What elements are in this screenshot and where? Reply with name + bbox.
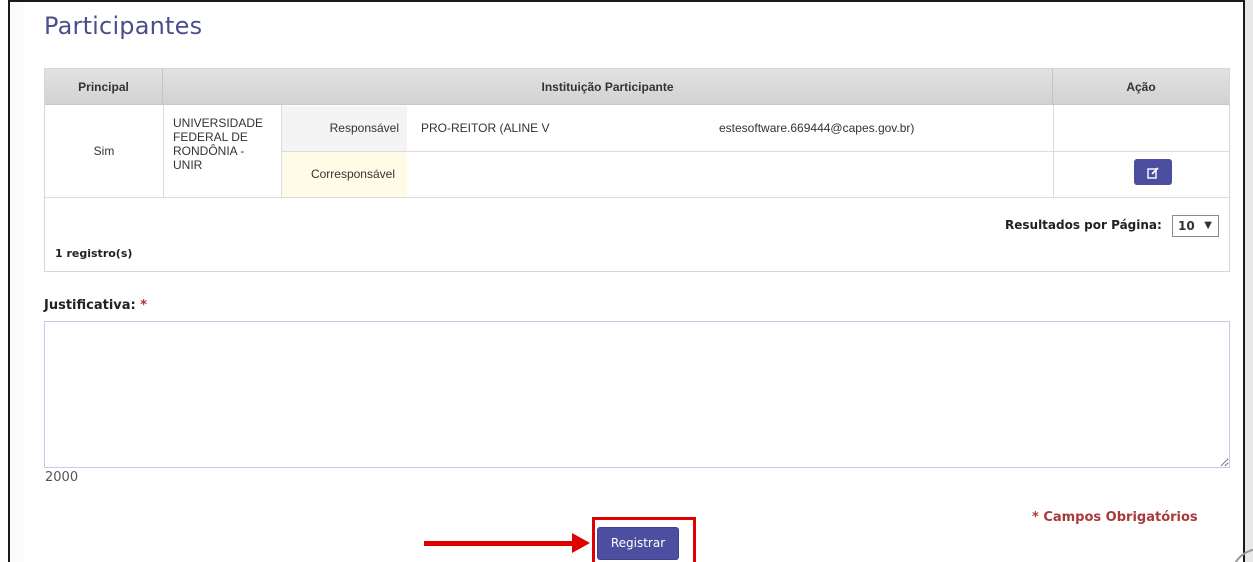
institution-line: UNIR [173, 158, 203, 172]
justification-label-text: Justificativa: [44, 298, 136, 313]
responsavel-label: Responsável [282, 106, 407, 151]
header-principal[interactable]: Principal [45, 69, 163, 105]
corresponsavel-label: Corresponsável [282, 152, 407, 197]
annotation-arrow [424, 541, 574, 546]
table-divider [163, 105, 164, 197]
caret-down-icon: ▼ [1204, 220, 1212, 231]
table-divider [45, 197, 1229, 198]
page-title: Participantes [44, 12, 203, 40]
responsavel-name: PRO-REITOR (ALINE V [421, 121, 550, 135]
justification-textarea[interactable] [44, 321, 1230, 468]
header-action: Ação [1126, 80, 1156, 94]
required-marker: * [140, 298, 148, 313]
record-count: 1 registro(s) [55, 247, 133, 260]
institution-line: RONDÔNIA - [173, 144, 245, 158]
table-header: Principal Instituição Participante Ação [45, 69, 1229, 105]
participants-table: Principal Instituição Participante Ação … [44, 68, 1230, 272]
principal-cell: Sim [93, 144, 115, 158]
header-institution[interactable]: Instituição Participante [163, 69, 1053, 105]
required-fields-note: * Campos Obrigatórios [1032, 510, 1198, 525]
results-per-page-select[interactable]: 10 ▼ [1172, 215, 1219, 237]
page-scroll-edge [1245, 0, 1253, 562]
justification-label: Justificativa: * [44, 298, 147, 313]
results-per-page-value: 10 [1178, 219, 1195, 233]
responsavel-email: estesoftware.669444@capes.gov.br) [719, 121, 915, 135]
annotation-arrow-head [572, 533, 590, 553]
register-button[interactable]: Registrar [597, 527, 679, 560]
edit-icon [1147, 167, 1159, 179]
institution-line: UNIVERSIDADE [173, 116, 264, 130]
edit-button[interactable] [1134, 159, 1172, 185]
institution-cell: UNIVERSIDADE FEDERAL DE RONDÔNIA - UNIR [173, 116, 277, 172]
institution-line: FEDERAL DE [173, 130, 248, 144]
char-counter: 2000 [45, 470, 79, 485]
table-divider [281, 151, 1229, 152]
results-per-page-label: Resultados por Página: [1005, 218, 1162, 232]
